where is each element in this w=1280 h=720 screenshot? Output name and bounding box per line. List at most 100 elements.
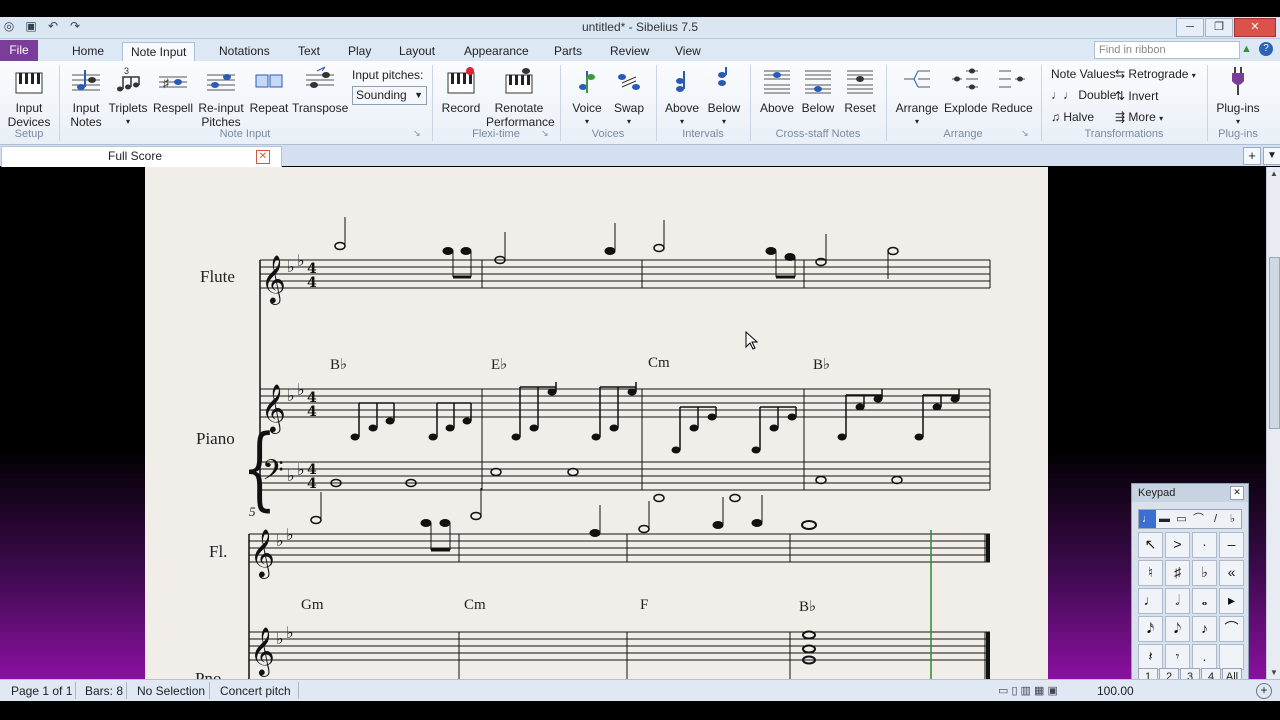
keypad-tab-articulations[interactable]: ⌒ <box>1190 510 1207 528</box>
keypad-key[interactable]: 𝄽 <box>1138 644 1163 670</box>
record-button[interactable]: Record <box>440 65 482 115</box>
keypad-key[interactable]: – <box>1219 532 1244 558</box>
arrange-button[interactable]: Arrange ▾ <box>893 65 941 129</box>
keypad-key[interactable]: 𝄾 <box>1165 644 1190 670</box>
scroll-down-icon[interactable]: ▼ <box>1270 668 1278 677</box>
keypad-key[interactable]: ⌒ <box>1219 616 1244 642</box>
retrograde-button[interactable]: ⇆ Retrograde ▾ <box>1115 67 1196 81</box>
keypad-tab-common[interactable]: ♩ <box>1139 510 1156 528</box>
input-notes-button[interactable]: Input Notes <box>66 65 106 129</box>
keypad-key[interactable]: ♭ <box>1192 560 1217 586</box>
keypad-panel[interactable]: Keypad ✕ ♩ ▬ ▭ ⌒ / ♭ ↖ > · – ♮ ♯ ♭ « ♩ 𝅗… <box>1131 483 1249 691</box>
chord-symbol[interactable]: F <box>640 597 648 614</box>
score-workspace[interactable]: 𝄞 ♭♭ 44 𝄞 ♭♭ 44 𝄢 ♭♭ 44 𝄞 ♭♭ 𝄞 ♭♭ { <box>0 167 1266 679</box>
tab-home[interactable]: Home <box>64 42 112 61</box>
keypad-key[interactable]: 𝅘𝅥𝅮 <box>1165 616 1190 642</box>
keypad-key[interactable]: 𝅝 <box>1192 588 1217 614</box>
staff-name-piano[interactable]: Piano <box>196 429 235 449</box>
swap-button[interactable]: Swap ▾ <box>610 65 648 129</box>
tab-text[interactable]: Text <box>290 42 328 61</box>
chord-symbol[interactable]: Cm <box>648 355 670 372</box>
dialog-launcher-icon[interactable]: ↘ <box>541 128 549 139</box>
tab-file[interactable]: File <box>0 40 38 61</box>
close-tab-icon[interactable]: ✕ <box>256 150 270 164</box>
tab-layout[interactable]: Layout <box>391 42 443 61</box>
keypad-key[interactable]: ▸ <box>1219 588 1244 614</box>
respell-button[interactable]: ♯ Respell <box>152 65 194 115</box>
input-pitches-select[interactable]: Sounding ▼ <box>352 86 427 105</box>
keypad-tab-accidentals[interactable]: ♭ <box>1224 510 1241 528</box>
tab-review[interactable]: Review <box>602 42 657 61</box>
keypad-key[interactable]: ♯ <box>1165 560 1190 586</box>
view-mode-icons[interactable]: ▭ ▯ ▥ ▦ ▣ <box>998 684 1058 697</box>
interval-below-button[interactable]: Below ▾ <box>704 65 744 129</box>
double-button[interactable]: ♩♩ Double <box>1051 88 1116 102</box>
help-icon[interactable]: ? <box>1259 42 1273 56</box>
dialog-launcher-icon[interactable]: ↘ <box>413 128 421 139</box>
more-button[interactable]: ⇶ More ▾ <box>1115 110 1163 124</box>
tab-note-input[interactable]: Note Input <box>122 42 196 62</box>
vertical-scrollbar[interactable]: ▲ ▼ <box>1266 167 1280 679</box>
repeat-button[interactable]: Repeat <box>249 65 289 115</box>
cross-staff-reset-button[interactable]: Reset <box>840 65 880 115</box>
tab-parts[interactable]: Parts <box>546 42 590 61</box>
triplets-button[interactable]: 3 Triplets ▾ <box>108 65 148 129</box>
score-page[interactable]: 𝄞 ♭♭ 44 𝄞 ♭♭ 44 𝄢 ♭♭ 44 𝄞 ♭♭ 𝄞 ♭♭ { <box>145 167 1048 679</box>
keypad-key[interactable]: ↖ <box>1138 532 1163 558</box>
keypad-key[interactable]: · <box>1192 532 1217 558</box>
cross-staff-above-button[interactable]: Above <box>758 65 796 115</box>
scroll-thumb[interactable] <box>1269 257 1280 429</box>
cross-staff-below-button[interactable]: Below <box>799 65 837 115</box>
minimize-button[interactable]: ─ <box>1176 18 1204 37</box>
keypad-key[interactable]: 𝅗𝅥 <box>1165 588 1190 614</box>
close-keypad-icon[interactable]: ✕ <box>1230 486 1244 500</box>
chord-symbol[interactable]: B♭ <box>799 597 816 616</box>
voice-button[interactable]: Voice ▾ <box>568 65 606 129</box>
explode-button[interactable]: Explode <box>944 65 987 115</box>
halve-button[interactable]: ♫ Halve <box>1051 110 1094 124</box>
keypad-key[interactable]: 𝅘𝅥𝅯 <box>1138 616 1163 642</box>
tab-full-score[interactable]: Full Score ✕ <box>1 146 282 167</box>
keypad-tab-beams[interactable]: ▭ <box>1173 510 1190 528</box>
scroll-up-icon[interactable]: ▲ <box>1270 169 1278 178</box>
input-devices-button[interactable]: Input Devices <box>6 65 52 129</box>
keypad-key[interactable]: ♩ <box>1138 588 1163 614</box>
transpose-button[interactable]: Transpose <box>292 65 348 115</box>
invert-button[interactable]: ⇅ Invert <box>1115 89 1158 103</box>
staff-name-piano-short[interactable]: Pno. <box>195 669 226 679</box>
tab-play[interactable]: Play <box>340 42 379 61</box>
chord-symbol[interactable]: B♭ <box>330 355 347 374</box>
close-button[interactable]: ✕ <box>1234 18 1276 37</box>
keypad-key[interactable] <box>1219 644 1244 670</box>
minimize-ribbon-icon[interactable]: ▲ <box>1241 43 1252 55</box>
tab-appearance[interactable]: Appearance <box>456 42 537 61</box>
dialog-launcher-icon[interactable]: ↘ <box>1021 128 1029 139</box>
keypad-key[interactable]: ♮ <box>1138 560 1163 586</box>
keypad-key[interactable]: ♪ <box>1192 616 1217 642</box>
chord-symbol[interactable]: Cm <box>464 597 486 614</box>
keypad-tab-more-notes[interactable]: ▬ <box>1156 510 1173 528</box>
staff-name-flute[interactable]: Flute <box>200 267 235 287</box>
chord-symbol[interactable]: Gm <box>301 597 324 614</box>
reinput-pitches-button[interactable]: Re-input Pitches <box>196 65 246 129</box>
tab-menu-icon[interactable]: ▼ <box>1263 147 1280 165</box>
tab-notations[interactable]: Notations <box>211 42 278 61</box>
zoom-in-icon[interactable]: + <box>1256 683 1272 699</box>
chord-symbol[interactable]: E♭ <box>491 355 507 374</box>
chord-symbol[interactable]: B♭ <box>813 355 830 374</box>
reduce-button[interactable]: Reduce <box>990 65 1034 115</box>
zoom-level[interactable]: 100.00 <box>1097 684 1134 698</box>
find-in-ribbon-input[interactable]: Find in ribbon <box>1094 41 1240 59</box>
status-concert-pitch[interactable]: Concert pitch <box>220 684 291 698</box>
keypad-key[interactable]: « <box>1219 560 1244 586</box>
add-tab-icon[interactable]: + <box>1243 147 1261 165</box>
plugins-button[interactable]: Plug-ins ▾ <box>1214 65 1262 129</box>
keypad-tab-jazz[interactable]: / <box>1207 510 1224 528</box>
tab-view[interactable]: View <box>667 42 709 61</box>
interval-above-button[interactable]: Above ▾ <box>662 65 702 129</box>
keypad-key[interactable]: . <box>1192 644 1217 670</box>
renotate-performance-button[interactable]: Renotate Performance <box>486 65 555 129</box>
staff-name-flute-short[interactable]: Fl. <box>209 542 227 562</box>
keypad-key[interactable]: > <box>1165 532 1190 558</box>
maximize-button[interactable]: ❐ <box>1205 18 1233 37</box>
